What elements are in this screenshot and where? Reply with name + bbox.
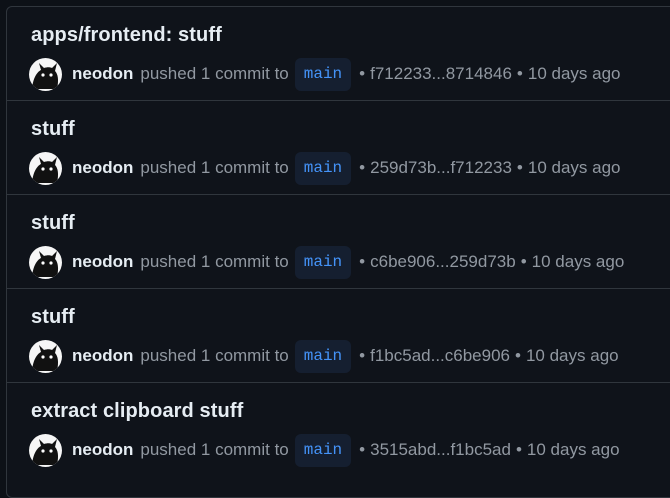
commit-range-link[interactable]: f1bc5ad...c6be906	[370, 346, 510, 366]
push-meta: neodon pushed 1 commit to main • c6be906…	[29, 244, 624, 280]
push-time: 10 days ago	[526, 440, 620, 459]
black-cat-avatar-icon[interactable]	[29, 151, 62, 185]
push-time: 10 days ago	[527, 64, 621, 83]
user-name[interactable]: neodon	[72, 158, 133, 178]
black-cat-avatar-icon[interactable]	[29, 57, 62, 91]
push-action-text: pushed 1 commit to	[140, 64, 289, 83]
push-list-item: stuff neodon pushed 1 commit to main • f…	[7, 289, 670, 383]
push-activity-list: apps/frontend: stuff neodon pushed 1 com…	[6, 6, 670, 498]
separator: •	[359, 346, 366, 365]
commit-range-link[interactable]: 3515abd...f1bc5ad	[370, 440, 511, 460]
push-meta: neodon pushed 1 commit to main • f712233…	[29, 56, 621, 92]
commit-title[interactable]: apps/frontend: stuff	[31, 24, 222, 47]
push-action-text: pushed 1 commit to	[140, 158, 289, 177]
black-cat-avatar-icon[interactable]	[29, 433, 62, 467]
separator: •	[359, 252, 366, 271]
black-cat-avatar-icon[interactable]	[29, 245, 62, 279]
separator: •	[516, 64, 523, 83]
push-action-text: pushed 1 commit to	[140, 440, 289, 459]
commit-title[interactable]: stuff	[31, 212, 75, 235]
branch-label[interactable]: main	[294, 245, 352, 279]
user-name[interactable]: neodon	[72, 252, 133, 272]
commit-title[interactable]: stuff	[31, 306, 75, 329]
separator: •	[516, 158, 523, 177]
black-cat-avatar-icon[interactable]	[29, 339, 62, 373]
push-list-item: stuff neodon pushed 1 commit to main • c…	[7, 195, 670, 289]
push-action-text: pushed 1 commit to	[140, 346, 289, 365]
branch-label[interactable]: main	[294, 151, 352, 185]
push-time: 10 days ago	[525, 346, 619, 365]
separator: •	[515, 346, 521, 365]
branch-label[interactable]: main	[294, 433, 352, 467]
push-list-item: apps/frontend: stuff neodon pushed 1 com…	[7, 7, 670, 101]
push-action-text: pushed 1 commit to	[140, 252, 289, 271]
commit-range-link[interactable]: 259d73b...f712233	[370, 158, 512, 178]
push-time: 10 days ago	[531, 252, 625, 271]
push-meta: neodon pushed 1 commit to main • f1bc5ad…	[29, 338, 619, 374]
push-list-item: extract clipboard stuff neodon pushed 1 …	[7, 383, 670, 495]
user-name[interactable]: neodon	[72, 346, 133, 366]
push-meta: neodon pushed 1 commit to main • 3515abd…	[29, 432, 620, 468]
separator: •	[520, 252, 527, 271]
separator: •	[515, 440, 522, 459]
separator: •	[359, 158, 366, 177]
separator: •	[359, 440, 366, 459]
separator: •	[359, 64, 366, 83]
user-name[interactable]: neodon	[72, 440, 133, 460]
commit-range-link[interactable]: c6be906...259d73b	[370, 252, 516, 272]
branch-label[interactable]: main	[294, 57, 352, 91]
push-meta: neodon pushed 1 commit to main • 259d73b…	[29, 150, 621, 186]
branch-label[interactable]: main	[294, 339, 352, 373]
user-name[interactable]: neodon	[72, 64, 133, 84]
commit-title[interactable]: stuff	[31, 118, 75, 141]
commit-range-link[interactable]: f712233...8714846	[370, 64, 512, 84]
commit-title[interactable]: extract clipboard stuff	[31, 400, 243, 423]
push-time: 10 days ago	[527, 158, 621, 177]
push-list-item: stuff neodon pushed 1 commit to main • 2…	[7, 101, 670, 195]
